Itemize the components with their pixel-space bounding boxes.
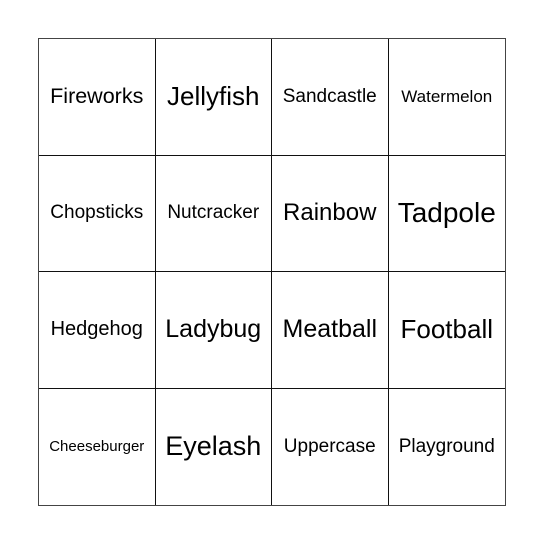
bingo-cell[interactable]: Rainbow [272, 155, 389, 272]
bingo-cell[interactable]: Ladybug [155, 272, 272, 389]
bingo-cell[interactable]: Eyelash [156, 388, 272, 505]
bingo-cell[interactable]: Chopsticks [39, 155, 156, 272]
bingo-cell[interactable]: Football [388, 272, 505, 389]
bingo-cell[interactable]: Watermelon [388, 39, 505, 156]
bingo-cell[interactable]: Sandcastle [272, 39, 389, 156]
bingo-cell[interactable]: Nutcracker [155, 155, 272, 272]
bingo-cell[interactable]: Tadpole [388, 156, 505, 272]
bingo-cell[interactable]: Hedgehog [39, 272, 156, 389]
bingo-cell[interactable]: Playground [389, 389, 506, 506]
bingo-cell[interactable]: Meatball [272, 272, 389, 389]
bingo-cell[interactable]: Cheeseburger [39, 388, 156, 505]
bingo-cell[interactable]: Uppercase [272, 388, 389, 505]
bingo-board: Fireworks Jellyfish Sandcastle Watermelo… [38, 38, 506, 506]
bingo-cell[interactable]: Jellyfish [155, 39, 272, 156]
bingo-cell[interactable]: Fireworks [39, 39, 156, 156]
